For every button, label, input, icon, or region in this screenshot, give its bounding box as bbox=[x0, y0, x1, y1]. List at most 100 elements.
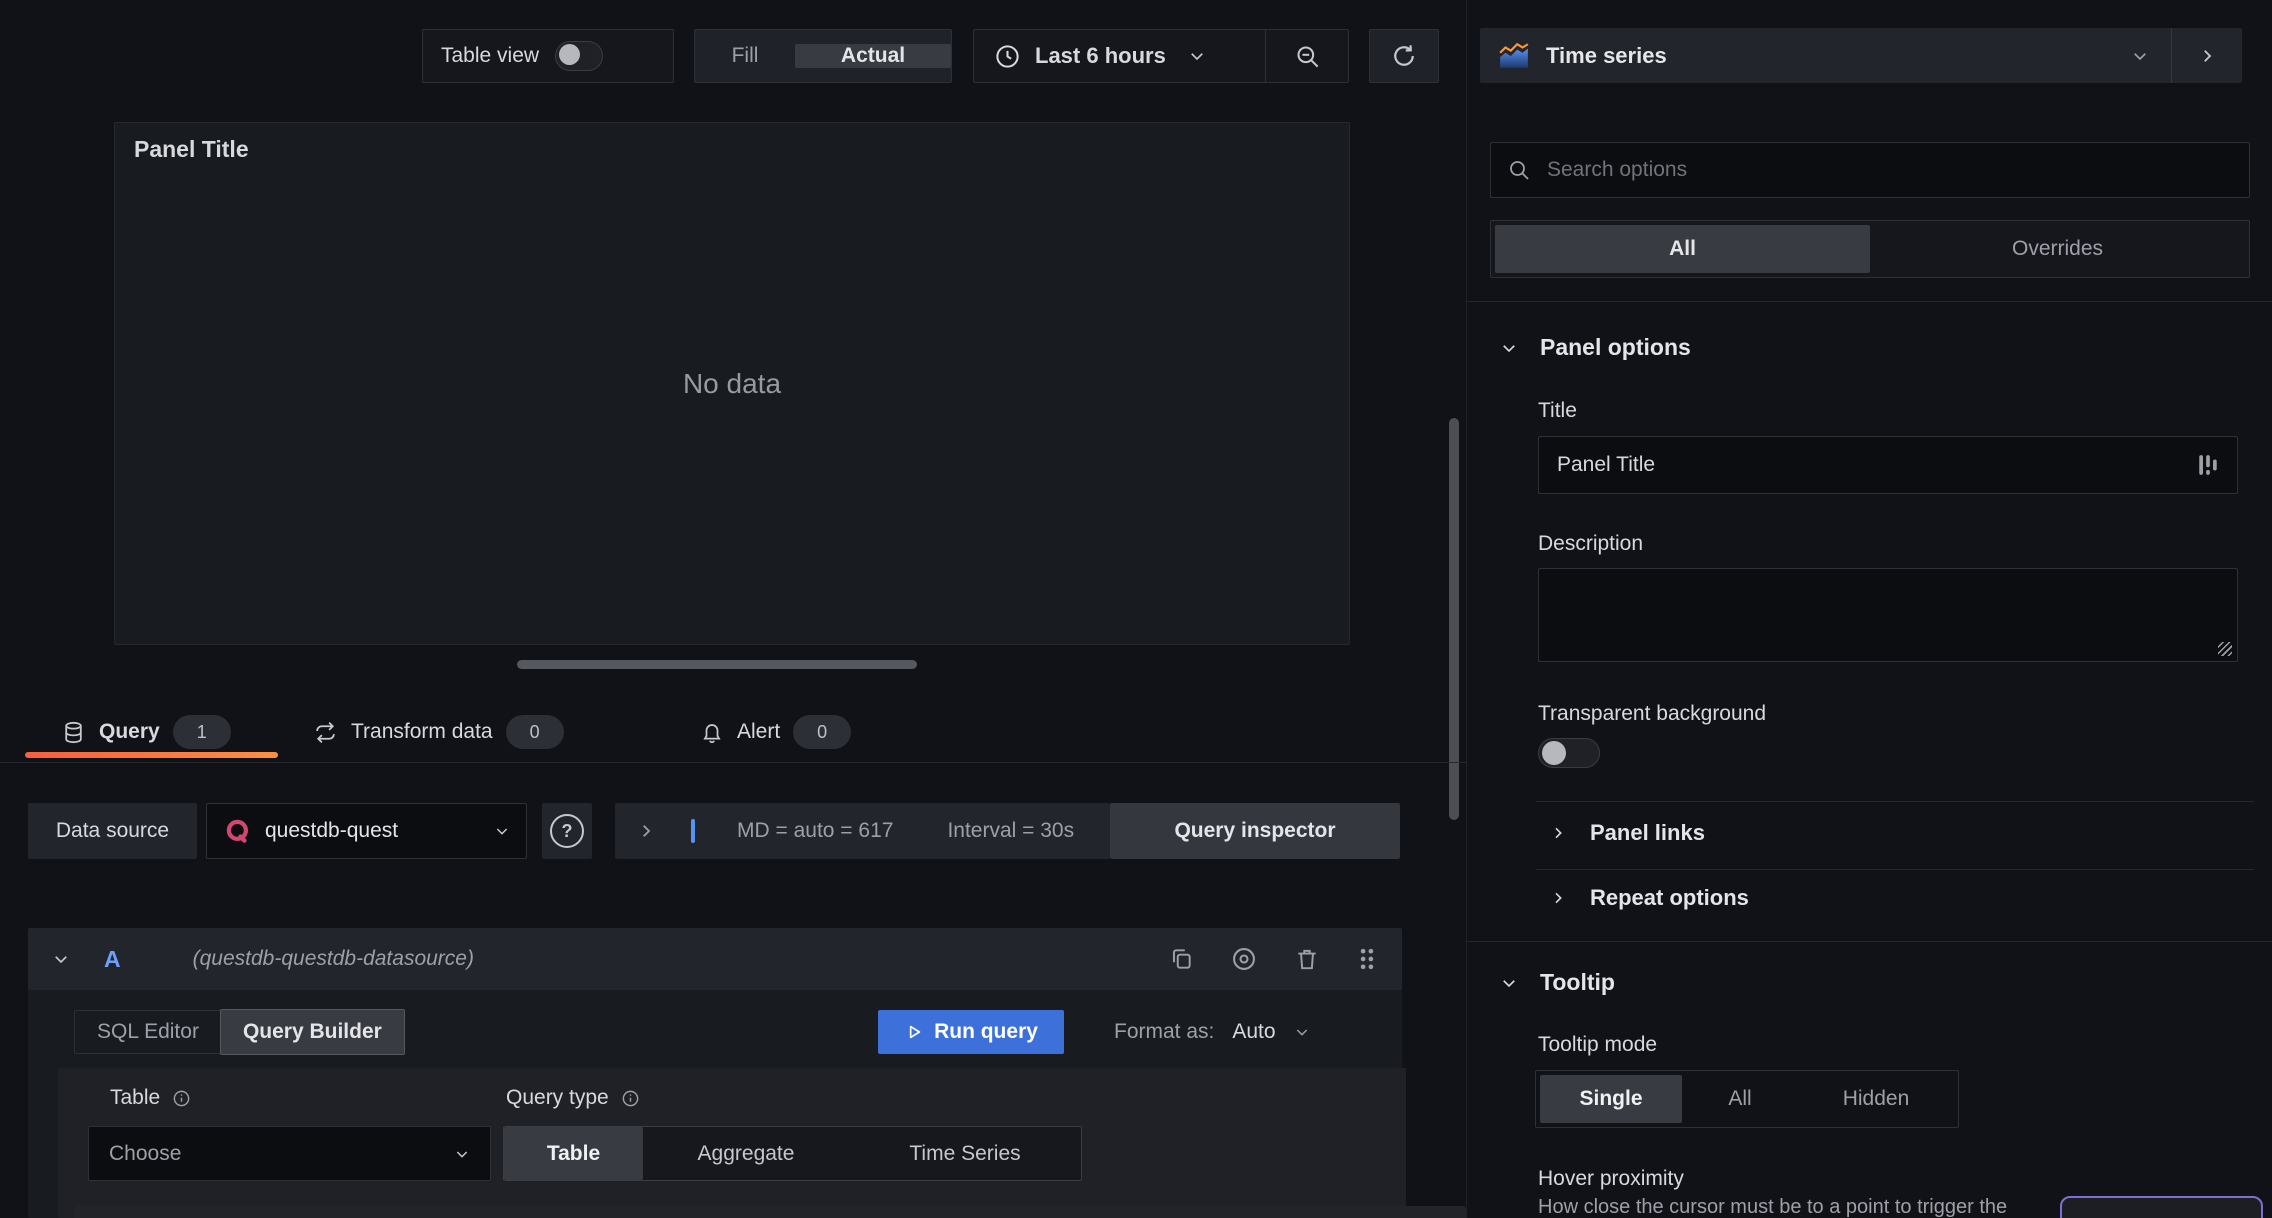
search-options-input[interactable] bbox=[1545, 157, 2233, 183]
chevron-down-icon bbox=[1188, 47, 1206, 65]
description-label: Description bbox=[1538, 532, 1644, 555]
tooltip-mode-hidden[interactable]: Hidden bbox=[1798, 1075, 1954, 1123]
hide-query-eye-icon[interactable] bbox=[1230, 945, 1258, 973]
tab-all[interactable]: All bbox=[1495, 225, 1870, 273]
query-options-row[interactable]: MD = auto = 617 Interval = 30s bbox=[615, 803, 1110, 859]
panel-resize-scrollbar[interactable] bbox=[517, 660, 917, 669]
query-datasource-hint: (questdb-questdb-datasource) bbox=[192, 947, 474, 970]
table-view-toggle[interactable] bbox=[555, 41, 604, 71]
actual-option[interactable]: Actual bbox=[795, 44, 951, 68]
time-series-viz-icon bbox=[1498, 42, 1530, 70]
run-query-button[interactable]: Run query bbox=[878, 1010, 1064, 1054]
visualization-picker[interactable]: Time series bbox=[1480, 28, 2242, 83]
time-range-button[interactable]: Last 6 hours bbox=[974, 43, 1265, 70]
transparent-background-toggle[interactable] bbox=[1538, 738, 1600, 768]
tooltip-header[interactable]: Tooltip bbox=[1500, 969, 1615, 996]
query-type-time-series[interactable]: Time Series bbox=[849, 1127, 1081, 1180]
panel-options-header[interactable]: Panel options bbox=[1500, 334, 1691, 361]
data-source-name: questdb-quest bbox=[265, 819, 399, 842]
active-tab-indicator bbox=[25, 752, 278, 758]
field-suggestion-icon[interactable] bbox=[2197, 453, 2219, 477]
info-icon bbox=[172, 1089, 191, 1108]
tooltip-heading: Tooltip bbox=[1540, 969, 1615, 995]
data-source-label: Data source bbox=[28, 803, 197, 859]
query-a-header[interactable]: A (questdb-questdb-datasource) bbox=[28, 928, 1402, 990]
tab-overrides[interactable]: Overrides bbox=[1870, 225, 2245, 273]
title-label: Title bbox=[1538, 399, 1577, 422]
tooltip-mode-label: Tooltip mode bbox=[1538, 1033, 1658, 1056]
pane-divider bbox=[1466, 0, 1467, 1218]
data-source-picker[interactable]: questdb-quest bbox=[206, 803, 527, 859]
duplicate-query-icon[interactable] bbox=[1168, 946, 1194, 972]
table-view-label: Table view bbox=[441, 44, 540, 67]
table-select-value: Choose bbox=[109, 1141, 182, 1165]
tooltip-mode-all[interactable]: All bbox=[1684, 1075, 1796, 1123]
panel-title-input[interactable]: Panel Title bbox=[1538, 436, 2238, 494]
sidebar-divider bbox=[1467, 301, 2272, 302]
chevron-down-icon bbox=[1503, 344, 1515, 352]
tab-query[interactable]: Query 1 bbox=[61, 711, 231, 753]
focused-element-partial[interactable] bbox=[2060, 1196, 2263, 1218]
chevron-down-icon[interactable] bbox=[52, 950, 70, 968]
chevron-down-icon bbox=[454, 1146, 470, 1162]
run-query-label: Run query bbox=[934, 1020, 1038, 1043]
max-datapoints-text: MD = auto = 617 bbox=[737, 819, 894, 842]
query-type-switch: Table Aggregate Time Series bbox=[503, 1126, 1082, 1181]
section-divider bbox=[1467, 941, 2272, 942]
fill-option[interactable]: Fill bbox=[695, 44, 795, 68]
tooltip-mode-single[interactable]: Single bbox=[1540, 1075, 1682, 1123]
delete-query-trash-icon[interactable] bbox=[1294, 946, 1320, 972]
query-builder-form: Table Query type Choose Table Aggregate … bbox=[58, 1068, 1406, 1218]
interval-text: Interval = 30s bbox=[947, 819, 1075, 842]
panel-options-heading: Panel options bbox=[1540, 334, 1691, 360]
chevron-down-icon bbox=[1294, 1024, 1310, 1040]
collapse-options-button[interactable] bbox=[2171, 28, 2242, 83]
query-type-table[interactable]: Table bbox=[504, 1127, 643, 1180]
hover-proximity-label: Hover proximity bbox=[1538, 1167, 1684, 1190]
tab-alert-label: Alert bbox=[737, 720, 781, 743]
format-as-control: Format as: Auto bbox=[1114, 1010, 1310, 1054]
info-icon bbox=[621, 1089, 640, 1108]
tab-alert[interactable]: Alert 0 bbox=[700, 711, 852, 753]
resize-handle-icon[interactable] bbox=[2218, 642, 2232, 656]
tab-query-label: Query bbox=[99, 720, 160, 743]
grafana-panel-editor: Table view Fill Actual Last 6 hours Pane… bbox=[0, 0, 2272, 1218]
query-type-aggregate[interactable]: Aggregate bbox=[643, 1127, 849, 1180]
description-textarea[interactable] bbox=[1538, 568, 2238, 662]
table-select[interactable]: Choose bbox=[88, 1126, 491, 1181]
play-icon bbox=[904, 1022, 924, 1042]
questdb-logo-icon bbox=[223, 816, 253, 846]
repeat-options-section[interactable]: Repeat options bbox=[1550, 885, 1749, 911]
zoom-out-time-button[interactable] bbox=[1265, 30, 1348, 82]
alert-count-badge: 0 bbox=[793, 715, 852, 749]
time-range-picker: Last 6 hours bbox=[973, 29, 1349, 83]
search-options-box bbox=[1490, 142, 2250, 198]
data-source-help-button[interactable]: ? bbox=[542, 803, 592, 859]
zoom-out-icon bbox=[1294, 43, 1321, 70]
options-scope-tabs: All Overrides bbox=[1490, 220, 2250, 278]
fill-actual-switch: Fill Actual bbox=[694, 29, 952, 83]
no-data-message: No data bbox=[682, 367, 782, 399]
panel-links-label: Panel links bbox=[1590, 820, 1705, 845]
options-divider bbox=[1536, 801, 2254, 802]
bell-icon bbox=[700, 720, 724, 744]
query-count-badge: 1 bbox=[172, 715, 231, 749]
query-a-editor: SQL Editor Query Builder Run query Forma… bbox=[28, 990, 1406, 1218]
refresh-button[interactable] bbox=[1369, 29, 1439, 83]
left-pane-scrollbar[interactable] bbox=[1449, 418, 1459, 820]
sql-editor-option[interactable]: SQL Editor bbox=[75, 1020, 221, 1044]
panel-title-value: Panel Title bbox=[1557, 453, 1656, 476]
query-inspector-button[interactable]: Query inspector bbox=[1110, 803, 1400, 859]
format-as-value[interactable]: Auto bbox=[1232, 1020, 1275, 1044]
cursor-sliver bbox=[691, 819, 695, 843]
chevron-down-icon bbox=[2131, 47, 2149, 65]
transform-count-badge: 0 bbox=[505, 715, 564, 749]
editor-mode-switch: SQL Editor Query Builder bbox=[74, 1009, 405, 1055]
clock-icon bbox=[994, 43, 1021, 70]
search-icon bbox=[1507, 158, 1531, 182]
panel-links-section[interactable]: Panel links bbox=[1550, 820, 1705, 846]
drag-handle-icon[interactable] bbox=[1356, 946, 1378, 972]
repeat-options-label: Repeat options bbox=[1590, 885, 1749, 910]
query-builder-option[interactable]: Query Builder bbox=[219, 1009, 405, 1055]
tab-transform-data[interactable]: Transform data 0 bbox=[313, 711, 564, 753]
